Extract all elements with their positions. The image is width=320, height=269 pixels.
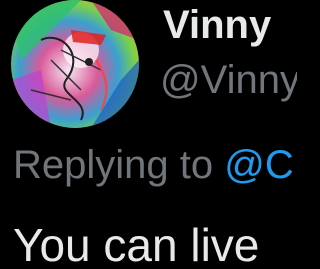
tweet: Vinny @Vinny Replying to @C You can live — [0, 0, 297, 269]
author-handle[interactable]: @Vinny — [160, 56, 297, 104]
author-display-name[interactable]: Vinny — [163, 1, 271, 49]
replying-to-line: Replying to @C — [13, 141, 294, 189]
reply-target-handle-link[interactable]: @C — [224, 143, 294, 187]
avatar[interactable] — [11, 0, 139, 128]
tweet-text: You can live — [13, 219, 260, 269]
avatar-artwork-icon — [11, 0, 139, 128]
replying-to-label: Replying to — [13, 143, 225, 187]
